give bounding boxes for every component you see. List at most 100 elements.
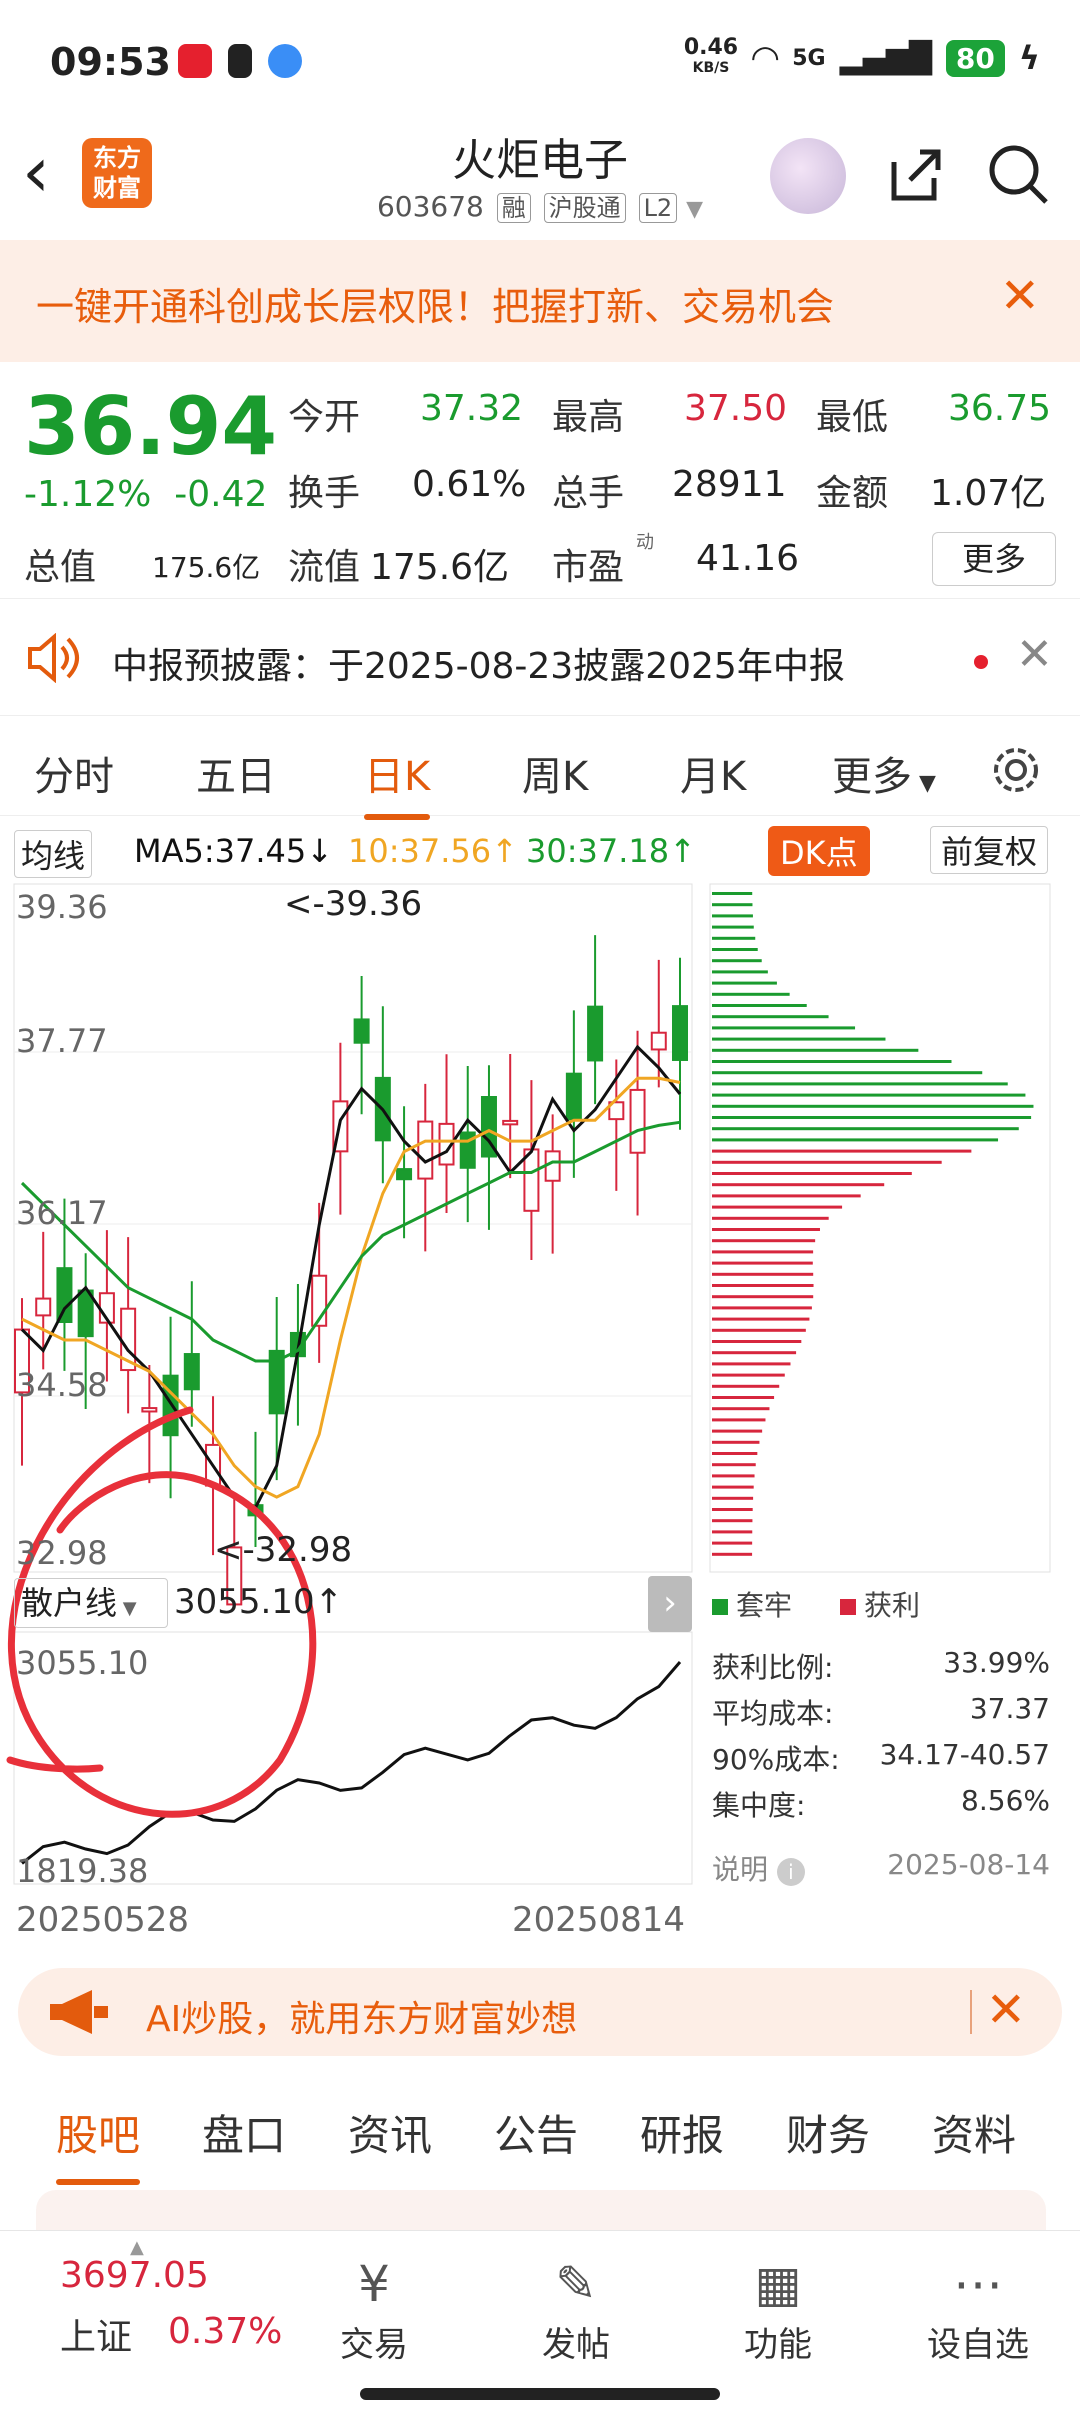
more-quote-button[interactable]: 更多 [932, 532, 1056, 586]
ma-line-ma30 [20, 1120, 681, 1363]
chip-bar [712, 1452, 758, 1455]
cost-90-label: 90%成本: [712, 1743, 840, 1776]
sub-indicator-value: 3055.10↑ [174, 1582, 344, 1622]
candle-body [502, 1119, 519, 1126]
app-notification-icon [268, 44, 302, 78]
float-value: 175.6亿 [370, 547, 510, 588]
tab-intraday[interactable]: 分时 [34, 744, 114, 802]
date-end: 20250814 [512, 1900, 686, 1940]
caret-up-icon: ▲ [130, 2237, 144, 2258]
legend-swatch [712, 1599, 728, 1615]
nav-watchlist-label: 设自选 [927, 2325, 1029, 2365]
candle-body [374, 1076, 391, 1142]
y-tick: 34.58 [16, 1366, 108, 1404]
close-icon[interactable]: ✕ [1016, 629, 1053, 680]
y-tick: 36.17 [16, 1194, 108, 1232]
tag-margin: 融 [496, 193, 531, 223]
candle-body [77, 1289, 94, 1338]
explain-link[interactable]: 说明 i [712, 1848, 805, 1888]
chevron-down-icon: ▼ [912, 771, 936, 796]
more-dots-icon: ⋯ [953, 2255, 1003, 2313]
amount-value: 1.07亿 [930, 473, 1047, 514]
net-speed: 0.46 [683, 35, 739, 60]
candle-body [672, 1005, 688, 1061]
pe-value: 41.16 [696, 538, 800, 579]
promo-banner[interactable]: 一键开通科创成长层权限！把握打新、交易机会 ✕ [0, 240, 1080, 362]
earnings-notice[interactable]: 中报预披露：于2025-08-23披露2025年中报 ✕ [0, 598, 1080, 716]
status-right: 0.46 KB/S ◠ 5G ▂▄▆█ 80 ϟ [683, 35, 1040, 79]
y-tick: 39.36 [16, 888, 108, 926]
ai-promo-bar[interactable]: AI炒股，就用东方财富妙想 ✕ [18, 1968, 1062, 2056]
tab-monthly-k[interactable]: 月K [680, 744, 746, 802]
chip-bar [712, 1228, 820, 1231]
net-unit: KB/S [692, 60, 730, 76]
candle-body [205, 1443, 222, 1487]
tab-financials[interactable]: 财务 [786, 2102, 870, 2163]
chip-bar [712, 1373, 785, 1377]
tab-profile[interactable]: 资料 [932, 2102, 1016, 2163]
chip-bar [712, 1004, 807, 1007]
ma5-value: MA5:37.45↓ [134, 832, 334, 870]
dk-point-button[interactable]: DK点 [768, 826, 870, 876]
ma30-value: 30:37.18↑ [526, 832, 696, 870]
adjust-selector[interactable]: 前复权 [930, 826, 1049, 874]
sub-indicator-selector[interactable]: 散户线 ▼ [14, 1578, 168, 1628]
candle-body [247, 1504, 264, 1517]
content-tabs: 股吧 盘口 资讯 公告 研报 财务 资料 [0, 2082, 1080, 2185]
chip-date: 2025-08-14 [887, 1848, 1050, 1881]
tab-daily-k[interactable]: 日K [364, 744, 431, 820]
chip-bar [712, 1519, 753, 1523]
change-amount: -0.42 [174, 474, 268, 515]
candle-body [587, 1005, 604, 1062]
nav-post[interactable]: ✎ 发帖 [506, 2251, 646, 2366]
index-ticker[interactable]: ▲ 3697.05 上证 0.37% [60, 2237, 282, 2360]
chip-bar [712, 1463, 756, 1467]
low-marker: <-32.98 [214, 1530, 353, 1570]
candle-body [311, 1274, 328, 1327]
sub-y-tick: 1819.38 [16, 1852, 149, 1890]
quote-panel: 36.94 -1.12% -0.42 今开 37.32 最高 37.50 最低 … [0, 362, 1080, 592]
tab-five-day[interactable]: 五日 [196, 744, 276, 802]
nav-watchlist[interactable]: ⋯ 设自选 [908, 2251, 1048, 2366]
price-change: -1.12% -0.42 [24, 474, 267, 515]
tab-weekly-k[interactable]: 周K [522, 744, 588, 802]
candle-body [480, 1096, 497, 1158]
nav-functions[interactable]: ▦ 功能 [708, 2251, 848, 2366]
app-notification-icon [178, 44, 212, 78]
candle-body [459, 1131, 476, 1169]
candle-body [565, 1072, 582, 1121]
gear-icon[interactable] [988, 742, 1044, 798]
close-icon[interactable]: ✕ [1000, 268, 1040, 324]
tab-announcements[interactable]: 公告 [494, 2102, 578, 2163]
ma-legend: 均线 MA5:37.45↓ 10:37.56↑ 30:37.18↑ DK点 前复… [0, 826, 1080, 882]
chip-bar [712, 1541, 753, 1545]
candle-body [629, 1088, 646, 1154]
tab-more[interactable]: 更多 ▼ [832, 744, 936, 802]
chip-bar [712, 1317, 810, 1321]
chip-bar [712, 1071, 983, 1075]
search-icon[interactable] [984, 140, 1054, 210]
stock-code: 603678 [376, 190, 484, 223]
candle-body [141, 1407, 158, 1413]
tab-news[interactable]: 资讯 [348, 2102, 432, 2163]
ai-robot-icon[interactable] [770, 138, 846, 214]
chip-bar [712, 1160, 942, 1164]
ai-promo-text: AI炒股，就用东方财富妙想 [146, 1999, 578, 2040]
grid-icon: ▦ [754, 2255, 802, 2313]
indicator-selector[interactable]: 均线 [14, 830, 93, 878]
chip-bar [712, 1362, 791, 1366]
candle-body [544, 1150, 561, 1182]
open-label: 今开 [288, 397, 361, 438]
change-percent: -1.12% [24, 474, 152, 515]
tab-forum[interactable]: 股吧 [56, 2102, 141, 2185]
nav-trade[interactable]: ¥ 交易 [304, 2251, 444, 2366]
candle-body [353, 1018, 370, 1044]
chip-bar [712, 981, 777, 985]
close-icon[interactable]: ✕ [986, 1982, 1026, 2038]
yuan-exchange-icon: ¥ [358, 2255, 390, 2313]
chip-bar [712, 948, 758, 951]
chevron-right-icon[interactable]: › [648, 1576, 692, 1632]
share-icon[interactable] [880, 140, 950, 210]
tab-research[interactable]: 研报 [640, 2102, 724, 2163]
tab-orderbook[interactable]: 盘口 [202, 2102, 286, 2163]
